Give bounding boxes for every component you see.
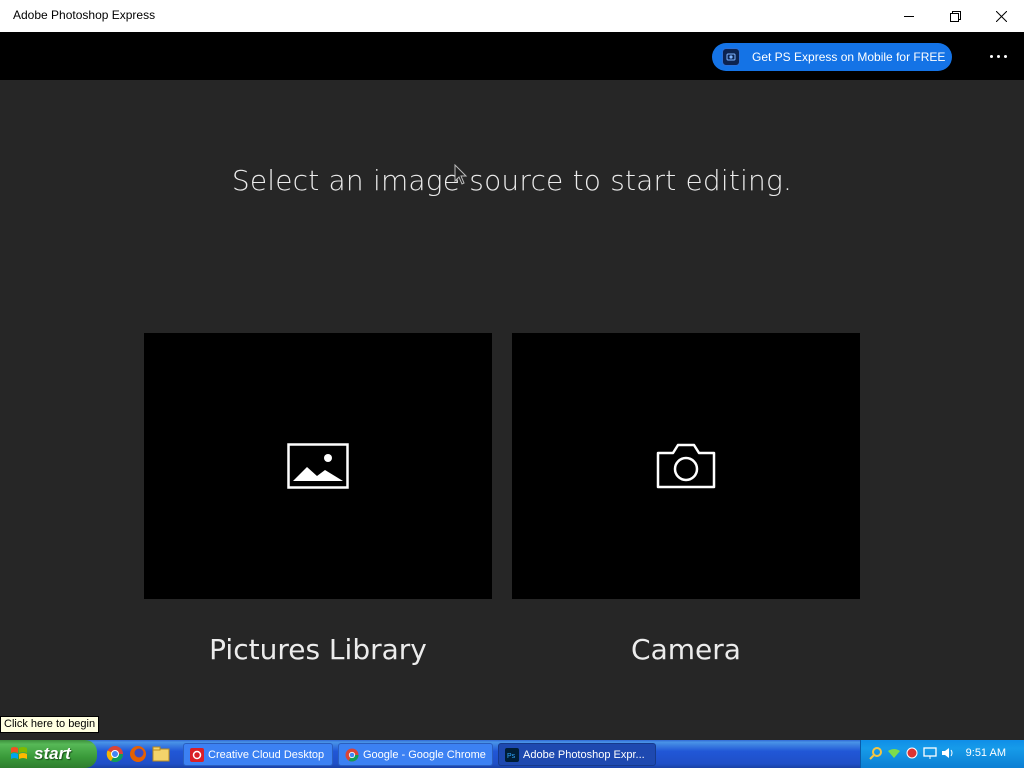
minimize-icon xyxy=(903,15,914,17)
camera-tile[interactable] xyxy=(512,333,860,599)
more-options-button[interactable] xyxy=(980,44,1016,68)
camera-icon xyxy=(656,443,716,489)
close-button[interactable] xyxy=(978,0,1024,32)
image-icon xyxy=(287,443,349,489)
window-title: Adobe Photoshop Express xyxy=(13,8,156,22)
window-titlebar: Adobe Photoshop Express xyxy=(0,0,1024,32)
explorer-quicklaunch-icon[interactable] xyxy=(152,745,170,763)
svg-text:Ps: Ps xyxy=(507,753,516,760)
security-tray-icon[interactable] xyxy=(905,746,919,760)
close-icon xyxy=(995,10,1007,22)
task-creative-cloud[interactable]: Creative Cloud Desktop xyxy=(183,743,333,766)
camera-label[interactable]: Camera xyxy=(512,633,860,666)
start-button[interactable]: start xyxy=(0,740,97,768)
network-tray-icon[interactable] xyxy=(887,746,901,760)
task-label: Adobe Photoshop Expr... xyxy=(523,748,645,761)
task-label: Google - Google Chrome xyxy=(363,748,486,761)
more-dot-icon xyxy=(989,54,993,58)
more-dot-icon xyxy=(996,54,1000,58)
restore-button[interactable] xyxy=(932,0,978,32)
more-dot-icon xyxy=(1003,54,1007,58)
promo-label: Get PS Express on Mobile for FREE xyxy=(752,50,946,64)
restore-icon xyxy=(949,10,961,22)
firefox-quicklaunch-icon[interactable] xyxy=(129,745,147,763)
pictures-library-label[interactable]: Pictures Library xyxy=(144,633,492,666)
display-tray-icon[interactable] xyxy=(923,746,937,760)
start-tooltip: Click here to begin xyxy=(0,716,100,733)
get-mobile-app-button[interactable]: Get PS Express on Mobile for FREE xyxy=(712,43,952,71)
minimize-button[interactable] xyxy=(886,0,932,32)
main-content: Select an image source to start editing.… xyxy=(0,80,1024,740)
system-tray: 9:51 AM xyxy=(860,740,1024,768)
chrome-icon xyxy=(345,748,359,762)
ps-express-logo-icon xyxy=(722,48,740,66)
search-tray-icon[interactable] xyxy=(869,746,883,760)
volume-tray-icon[interactable] xyxy=(941,746,955,760)
task-label: Creative Cloud Desktop xyxy=(208,748,325,761)
creative-cloud-icon xyxy=(190,747,204,762)
page-heading: Select an image source to start editing. xyxy=(231,164,793,197)
taskbar: start Creative Cloud Desktop Google - Go… xyxy=(0,740,1024,768)
pictures-library-tile[interactable] xyxy=(144,333,492,599)
task-photoshop-express[interactable]: Ps Adobe Photoshop Expr... xyxy=(498,743,656,766)
mouse-cursor-icon xyxy=(454,164,468,185)
task-google-chrome[interactable]: Google - Google Chrome xyxy=(338,743,493,766)
start-label: start xyxy=(34,744,71,763)
windows-flag-icon xyxy=(11,747,27,759)
photoshop-icon: Ps xyxy=(505,747,519,762)
app-toolbar: Get PS Express on Mobile for FREE xyxy=(0,32,1024,80)
clock: 9:51 AM xyxy=(965,747,1006,759)
chrome-quicklaunch-icon[interactable] xyxy=(106,745,124,763)
